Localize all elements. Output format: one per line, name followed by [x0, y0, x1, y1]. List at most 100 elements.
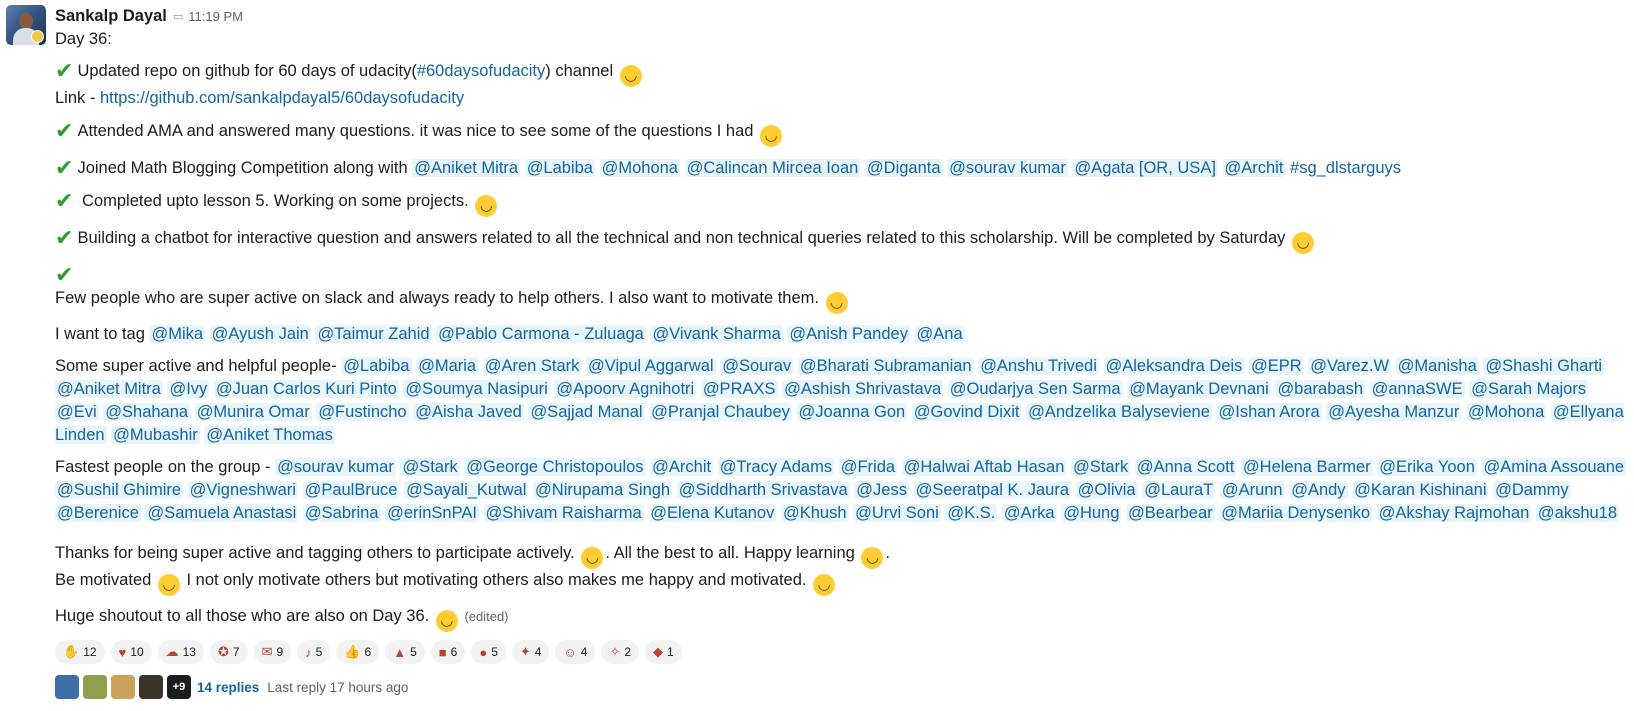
user-mention[interactable]: @Tracy Adams — [717, 458, 835, 476]
user-mention[interactable]: @Diganta — [864, 159, 943, 177]
user-mention[interactable]: @Berenice — [55, 504, 141, 522]
user-mention[interactable]: @Erika Yoon — [1377, 458, 1477, 476]
user-mention[interactable]: @K.S. — [945, 504, 998, 522]
user-mention[interactable]: @Siddharth Srivastava — [676, 481, 850, 499]
reaction-pill[interactable]: ✪ 7 — [209, 640, 248, 664]
user-mention[interactable]: @Stark — [400, 458, 460, 476]
user-mention[interactable]: @Akshay Rajmohan — [1376, 504, 1532, 522]
user-mention[interactable]: @Nirupama Singh — [533, 481, 673, 499]
user-mention[interactable]: @EPR — [1248, 357, 1304, 375]
user-mention[interactable]: @Karan Kishinani — [1352, 481, 1489, 499]
user-mention[interactable]: @Mohona — [599, 159, 680, 177]
user-mention[interactable]: @Anshu Trivedi — [978, 357, 1099, 375]
user-mention[interactable]: @Sayali_Kutwal — [404, 481, 529, 499]
user-mention[interactable]: @Sourav — [720, 357, 794, 375]
user-mention[interactable]: @Elena Kutanov — [648, 504, 777, 522]
reaction-pill[interactable]: ■ 6 — [430, 640, 466, 664]
user-mention[interactable]: @Juan Carlos Kuri Pinto — [213, 380, 399, 398]
user-mention[interactable]: @Arka — [1001, 504, 1057, 522]
user-mention[interactable]: @PRAXS — [700, 380, 778, 398]
user-mention[interactable]: @Shashi Gharti — [1483, 357, 1605, 375]
user-mention[interactable]: @Olivia — [1075, 481, 1138, 499]
user-mention[interactable]: @Joanna Gon — [796, 403, 908, 421]
user-mention[interactable]: @barabash — [1275, 380, 1365, 398]
user-mention[interactable]: @Arunn — [1219, 481, 1285, 499]
reaction-pill[interactable]: ✋ 12 — [55, 640, 105, 664]
user-mention[interactable]: @sourav kumar — [947, 159, 1068, 177]
user-mention[interactable]: @Varez.W — [1308, 357, 1392, 375]
user-mention[interactable]: @Labiba — [341, 357, 412, 375]
user-mention[interactable]: @annaSWE — [1369, 380, 1465, 398]
user-mention[interactable]: @Bearbear — [1126, 504, 1215, 522]
user-mention[interactable]: @Sabrina — [302, 504, 381, 522]
user-mention[interactable]: @Stark — [1070, 458, 1131, 476]
user-mention[interactable]: @Fustincho — [316, 403, 409, 421]
reaction-pill[interactable]: ✉ 9 — [253, 640, 292, 664]
reaction-pill[interactable]: ▲ 5 — [385, 640, 425, 664]
user-mention[interactable]: @Mohona — [1465, 403, 1547, 421]
user-mention[interactable]: @Amina Assouane — [1481, 458, 1627, 476]
reaction-pill[interactable]: 👍 6 — [336, 640, 380, 664]
user-mention[interactable]: @Aniket Mitra — [412, 159, 521, 177]
user-mention[interactable]: @Aniket Mitra — [55, 380, 163, 398]
user-mention[interactable]: @Munira Omar — [194, 403, 312, 421]
user-mention[interactable]: @Manisha — [1395, 357, 1479, 375]
user-mention[interactable]: @Vipul Aggarwal — [586, 357, 716, 375]
reaction-pill[interactable]: ☁ 13 — [157, 640, 204, 664]
user-mention[interactable]: @Halwai Aftab Hasan — [901, 458, 1067, 476]
user-mention[interactable]: @Oudarjya Sen Sarma — [947, 380, 1123, 398]
reaction-pill[interactable]: ✧ 2 — [601, 640, 640, 664]
user-mention[interactable]: @Maria — [416, 357, 479, 375]
user-mention[interactable]: @Archit — [650, 458, 714, 476]
user-mention[interactable]: @Ishan Arora — [1216, 403, 1322, 421]
user-mention[interactable]: @Seeratpal K. Jaura — [913, 481, 1071, 499]
reaction-pill[interactable]: ♥ 10 — [110, 640, 152, 664]
author-name[interactable]: Sankalp Dayal — [55, 7, 167, 26]
user-mention[interactable]: @Ashish Shrivastava — [782, 380, 944, 398]
reaction-pill[interactable]: ● 5 — [471, 640, 506, 664]
user-mention[interactable]: @erinSnPAI — [385, 504, 479, 522]
replies-link[interactable]: 14 replies — [197, 680, 259, 695]
user-mention[interactable]: @Ivy — [167, 380, 210, 398]
reaction-pill[interactable]: ✦ 4 — [511, 640, 550, 664]
user-mention[interactable]: @Sajjad Manal — [528, 403, 645, 421]
user-mention[interactable]: @Shivam Raisharma — [483, 504, 644, 522]
user-mention[interactable]: @Bharati Subramanian — [797, 357, 974, 375]
user-mention[interactable]: @Apoorv Agnihotri — [554, 380, 697, 398]
user-mention[interactable]: @George Christopoulos — [464, 458, 646, 476]
user-mention[interactable]: @Ayush Jain — [209, 325, 311, 343]
user-mention[interactable]: @Urvi Soni — [853, 504, 941, 522]
user-mention[interactable]: @Ana — [914, 325, 965, 343]
user-mention[interactable]: @Aren Stark — [482, 357, 582, 375]
user-mention[interactable]: @Andzelika Balyseviene — [1026, 403, 1212, 421]
author-avatar[interactable] — [6, 5, 46, 45]
user-mention[interactable]: @Soumya Nasipuri — [403, 380, 550, 398]
user-mention[interactable]: @PaulBruce — [302, 481, 400, 499]
user-mention[interactable]: @Ayesha Manzur — [1326, 403, 1462, 421]
user-mention[interactable]: @Vigneshwari — [187, 481, 298, 499]
user-mention[interactable]: @Archit — [1222, 159, 1286, 177]
user-mention[interactable]: @Mika — [149, 325, 206, 343]
user-mention[interactable]: @Sarah Majors — [1469, 380, 1589, 398]
user-mention[interactable]: @Labiba — [524, 159, 595, 177]
user-mention[interactable]: @Andy — [1289, 481, 1348, 499]
user-mention[interactable]: @Shahana — [103, 403, 191, 421]
user-mention[interactable]: @Anish Pandey — [787, 325, 910, 343]
user-mention[interactable]: @Sushil Ghimire — [55, 481, 184, 499]
user-mention[interactable]: @Govind Dixit — [911, 403, 1022, 421]
github-link[interactable]: https://github.com/sankalpdayal5/60dayso… — [100, 89, 464, 107]
channel-link[interactable]: #60daysofudacity — [417, 62, 545, 80]
user-mention[interactable]: @Mayank Devnani — [1127, 380, 1271, 398]
timestamp[interactable]: 11:19 PM — [188, 9, 243, 24]
thread-summary[interactable]: +9 14 replies Last reply 17 hours ago — [55, 674, 1634, 700]
user-mention[interactable]: @Khush — [780, 504, 849, 522]
channel-link[interactable]: #sg_dlstarguys — [1290, 159, 1401, 177]
user-mention[interactable]: @Agata [OR, USA] — [1072, 159, 1218, 177]
user-mention[interactable]: @Frida — [838, 458, 898, 476]
user-mention[interactable]: @akshu18 — [1535, 504, 1620, 522]
user-mention[interactable]: @Vivank Sharma — [650, 325, 783, 343]
user-mention[interactable]: @Dammy — [1493, 481, 1571, 499]
user-mention[interactable]: @Aleksandra Deis — [1103, 357, 1245, 375]
user-mention[interactable]: @Helena Barmer — [1240, 458, 1373, 476]
user-mention[interactable]: @Samuela Anastasi — [145, 504, 299, 522]
